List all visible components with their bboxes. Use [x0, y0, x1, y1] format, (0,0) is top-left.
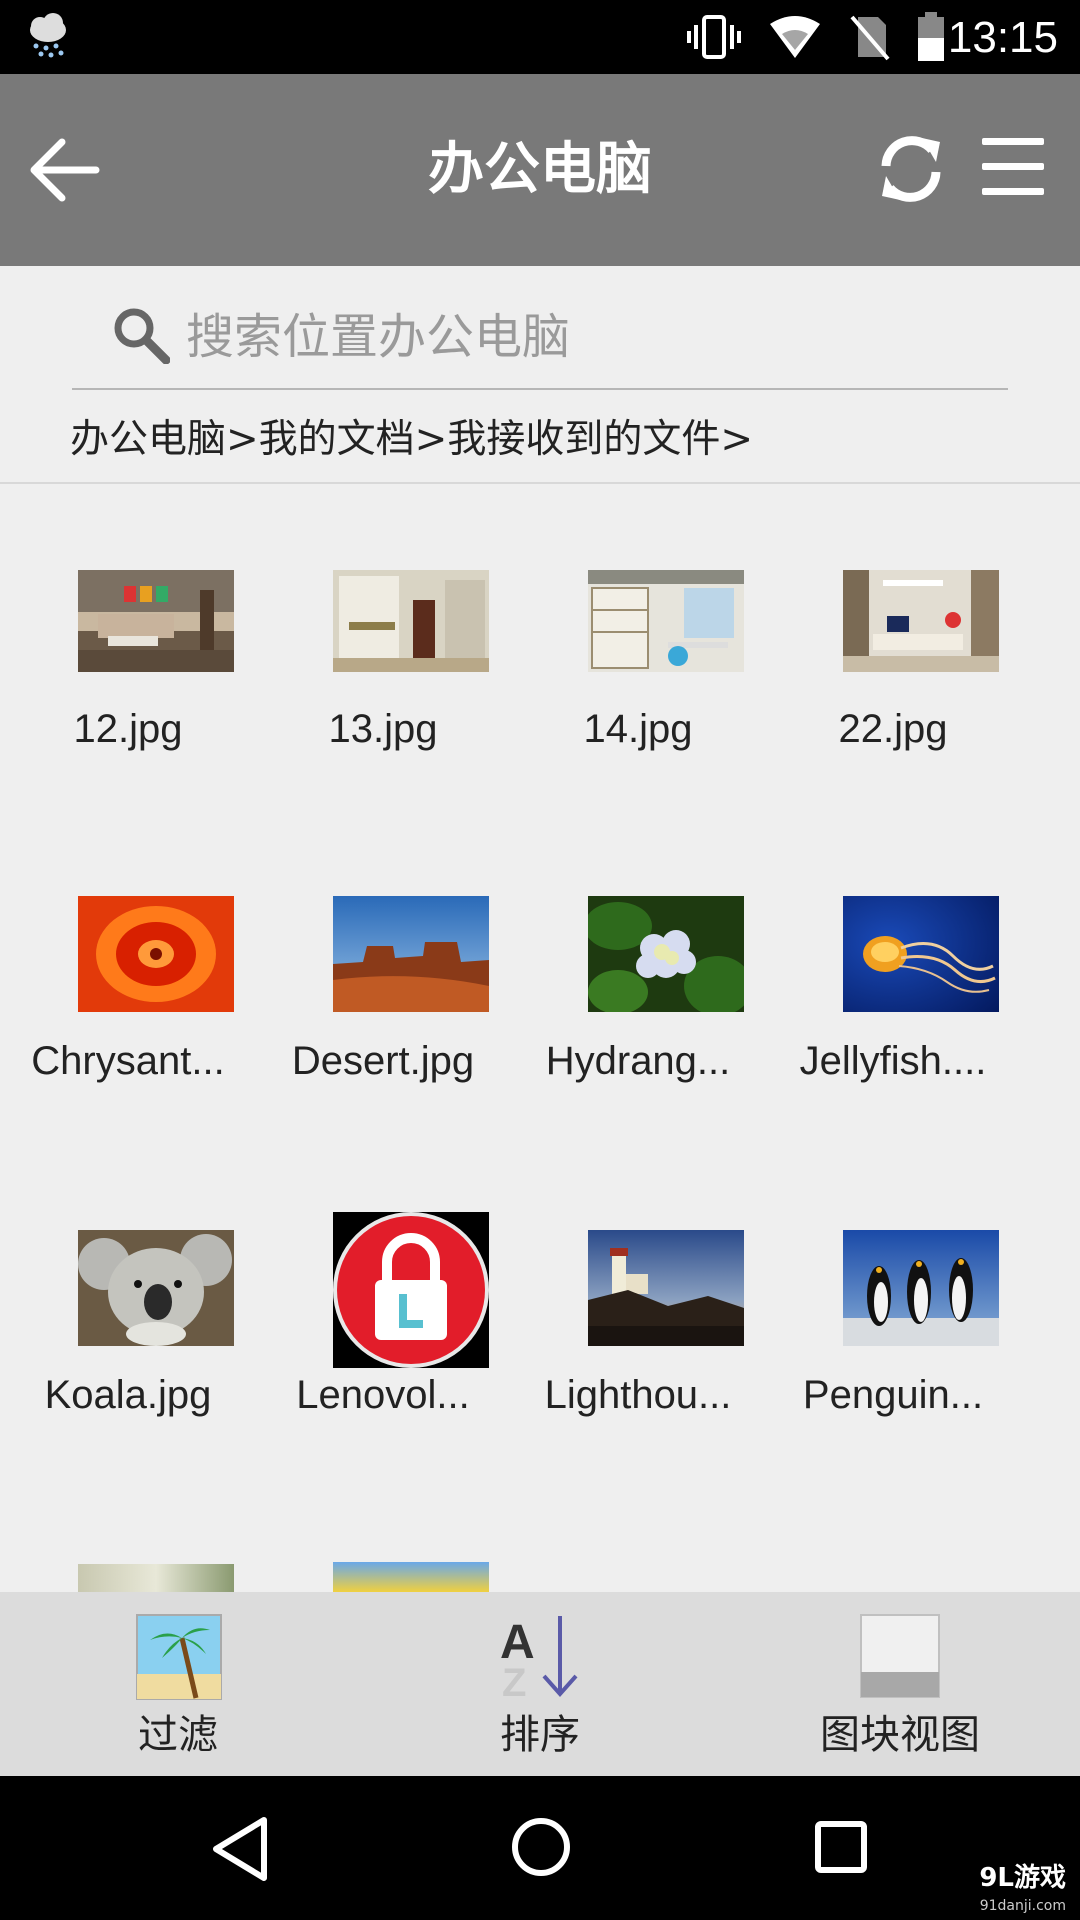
tile-view-label: 图块视图: [820, 1712, 980, 1758]
file-thumbnail: [78, 896, 234, 1012]
sort-label: 排序: [500, 1712, 580, 1758]
file-thumbnail: [843, 1230, 999, 1346]
filter-button[interactable]: 过滤: [58, 1592, 298, 1776]
file-thumbnail: [843, 570, 999, 672]
tile-view-button[interactable]: 图块视图: [780, 1592, 1020, 1776]
file-thumbnail: [78, 570, 234, 672]
file-thumbnail: [588, 570, 744, 672]
watermark-site: 91danji.com: [979, 1898, 1066, 1914]
sort-button[interactable]: A Z 排序: [420, 1592, 660, 1776]
filter-label: 过滤: [138, 1712, 218, 1758]
file-grid: 12.jpg 13.jpg 14.jpg 22.jpg Chrysant... …: [0, 484, 1080, 1592]
file-thumbnail: [333, 896, 489, 1012]
search-input[interactable]: [184, 300, 988, 374]
file-thumbnail: [78, 1230, 234, 1346]
wifi-icon: [768, 14, 822, 64]
tile-view-icon: [860, 1614, 940, 1702]
file-thumbnail: [843, 896, 999, 1012]
breadcrumb[interactable]: 办公电脑>我的文档>我接收到的文件>: [70, 412, 753, 468]
file-thumbnail: [588, 1230, 744, 1346]
file-name: Penguin...: [802, 1373, 984, 1417]
file-name: 22.jpg: [838, 707, 948, 751]
menu-icon[interactable]: [980, 136, 1046, 202]
watermark-logo: 9L游戏: [979, 1863, 1066, 1893]
file-thumbnail: [333, 1562, 489, 1592]
file-thumbnail: [333, 1212, 489, 1368]
file-thumbnail: [333, 570, 489, 672]
search-icon: [112, 306, 171, 368]
refresh-icon[interactable]: [874, 132, 948, 210]
sort-az-icon: A Z: [498, 1612, 588, 1706]
beach-icon: [136, 1614, 222, 1704]
svg-text:Z: Z: [502, 1661, 526, 1702]
battery-icon: [916, 12, 946, 66]
file-thumbnail: [588, 896, 744, 1012]
bottom-toolbar: 过滤 A Z 排序 图块视图: [0, 1592, 1080, 1776]
system-icons: [686, 12, 946, 66]
nav-recents-icon[interactable]: [814, 1820, 868, 1878]
status-bar: 13:15: [0, 0, 1080, 74]
search-bar: [72, 290, 1008, 390]
clock: 13:15: [947, 13, 1058, 62]
app-bar: 办公电脑: [0, 74, 1080, 266]
no-sim-icon: [848, 13, 890, 65]
cloud-rain-icon: [26, 12, 70, 62]
file-thumbnail: [78, 1564, 234, 1592]
nav-back-icon[interactable]: [210, 1816, 270, 1886]
file-name: Jellyfish....: [799, 1039, 987, 1083]
vibrate-icon: [686, 13, 742, 65]
nav-home-icon[interactable]: [510, 1816, 572, 1882]
navigation-bar: 9L游戏 91danji.com: [0, 1776, 1080, 1920]
